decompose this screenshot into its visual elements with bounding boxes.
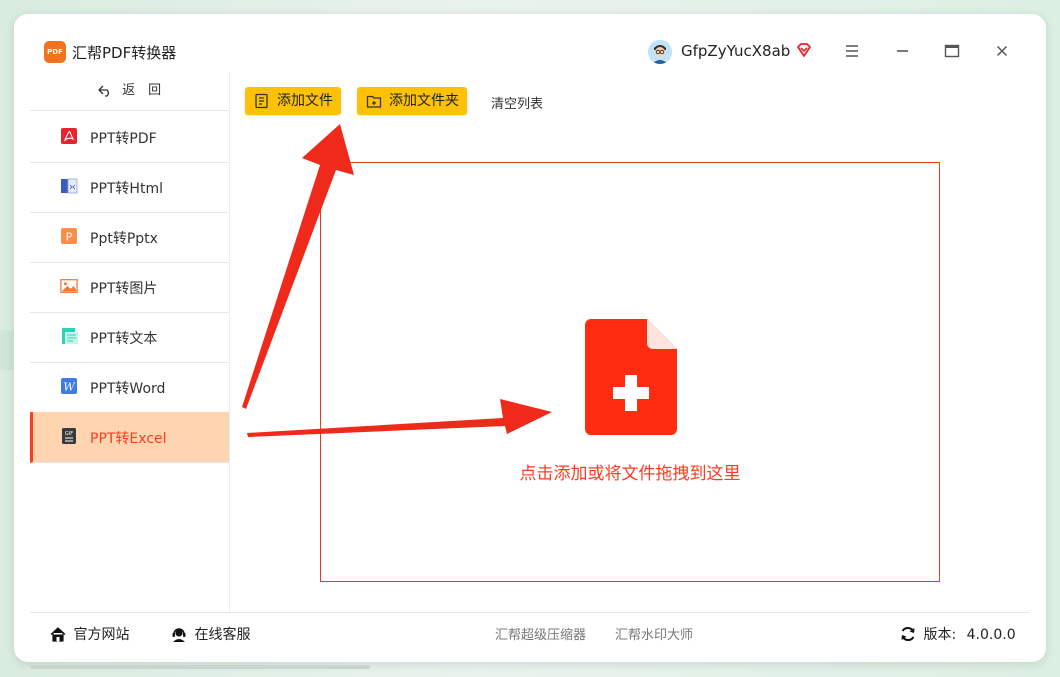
sidebar-item-ppt-to-excel[interactable]: GIF PPT转Excel <box>30 412 229 463</box>
folder-add-icon <box>366 95 382 108</box>
app-logo: PDF <box>44 41 66 63</box>
home-icon <box>50 627 66 642</box>
image-icon <box>60 279 78 293</box>
main-panel: 添加文件 添加文件夹 清空列表 点击添加或将文件拖拽到这里 <box>230 72 1030 612</box>
sidebar-item-label: PPT转PDF <box>90 131 157 147</box>
online-support-link[interactable]: 在线客服 <box>171 624 250 644</box>
excel-icon: GIF <box>62 428 76 444</box>
sidebar-item-label: Ppt转Pptx <box>90 231 158 247</box>
svg-text:P: P <box>66 231 73 244</box>
official-website-label: 官方网站 <box>73 627 130 643</box>
file-drop-zone[interactable]: 点击添加或将文件拖拽到这里 <box>320 162 940 582</box>
add-folder-label: 添加文件夹 <box>389 93 459 109</box>
menu-icon[interactable] <box>839 38 865 64</box>
vip-diamond-icon[interactable] <box>795 41 813 59</box>
username[interactable]: GfpZyYucX8ab <box>681 42 790 60</box>
horizontal-scrollbar[interactable] <box>30 665 370 669</box>
sidebar-item-label: PPT转图片 <box>90 281 158 297</box>
app-window: PDF 汇帮PDF转换器 GfpZyYucX8ab 返 回 PPT转PDF PP… <box>14 14 1046 662</box>
add-file-label: 添加文件 <box>277 93 333 109</box>
html-icon <box>61 178 78 194</box>
add-file-icon <box>585 319 677 435</box>
background-decoration <box>0 330 14 370</box>
version-number: 4.0.0.0 <box>966 627 1016 643</box>
sidebar-item-label: PPT转Word <box>90 381 166 397</box>
back-arrow-icon <box>98 85 109 97</box>
app-title: 汇帮PDF转换器 <box>72 44 177 62</box>
word-icon: W <box>61 378 77 394</box>
title-bar: PDF 汇帮PDF转换器 GfpZyYucX8ab <box>14 14 1046 70</box>
close-icon[interactable] <box>989 38 1015 64</box>
footer: 官方网站 在线客服 汇帮超级压缩器 汇帮水印大师 版本: 4.0.0.0 <box>30 612 1030 653</box>
watermark-link[interactable]: 汇帮水印大师 <box>615 624 693 643</box>
drop-zone-text: 点击添加或将文件拖拽到这里 <box>519 464 741 484</box>
file-add-icon <box>255 93 268 109</box>
clear-list-button[interactable]: 清空列表 <box>491 93 543 112</box>
pdf-icon <box>61 128 77 144</box>
svg-text:GIF: GIF <box>65 431 73 437</box>
sidebar-item-label: PPT转文本 <box>90 331 158 347</box>
sidebar-item-ppt-to-image[interactable]: PPT转图片 <box>30 262 229 313</box>
sidebar-item-ppt-to-word[interactable]: W PPT转Word <box>30 362 229 413</box>
refresh-icon <box>901 626 915 642</box>
headset-icon <box>172 628 186 642</box>
user-avatar[interactable] <box>648 40 672 64</box>
version-label: 版本: <box>923 627 957 643</box>
pptx-icon: P <box>61 228 77 244</box>
sidebar-item-ppt-to-pdf[interactable]: PPT转PDF <box>30 112 229 163</box>
online-support-label: 在线客服 <box>194 627 251 643</box>
back-label: 返 回 <box>122 83 162 98</box>
sidebar: 返 回 PPT转PDF PPT转Html P Ppt转Pptx PPT转图片 P… <box>30 72 230 612</box>
sidebar-item-ppt-to-pptx[interactable]: P Ppt转Pptx <box>30 212 229 263</box>
add-file-button[interactable]: 添加文件 <box>245 87 341 115</box>
back-button[interactable]: 返 回 <box>30 72 229 111</box>
maximize-icon[interactable] <box>939 38 965 64</box>
svg-text:W: W <box>63 381 76 394</box>
sidebar-item-ppt-to-text[interactable]: PPT转文本 <box>30 312 229 363</box>
compressor-link[interactable]: 汇帮超级压缩器 <box>495 624 586 643</box>
minimize-icon[interactable] <box>889 38 915 64</box>
version-info[interactable]: 版本: 4.0.0.0 <box>900 624 1016 644</box>
add-folder-button[interactable]: 添加文件夹 <box>357 87 467 115</box>
sidebar-item-ppt-to-html[interactable]: PPT转Html <box>30 162 229 213</box>
text-icon <box>62 328 78 344</box>
official-website-link[interactable]: 官方网站 <box>50 624 129 644</box>
sidebar-item-label: PPT转Html <box>90 181 163 197</box>
sidebar-item-label: PPT转Excel <box>90 431 167 447</box>
